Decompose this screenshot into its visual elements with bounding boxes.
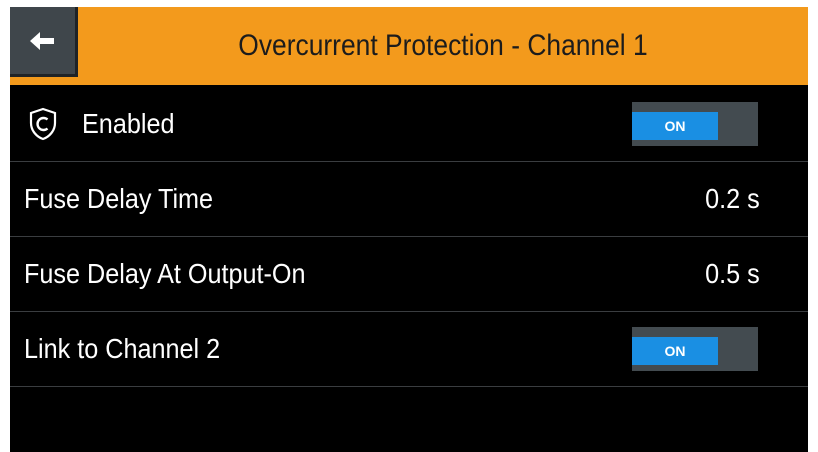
- fuse-delay-output-on-value[interactable]: 0.5 s: [705, 237, 760, 311]
- screen-frame: Overcurrent Protection - Channel 1 Enabl…: [10, 7, 808, 452]
- setting-label: Fuse Delay At Output-On: [24, 258, 306, 289]
- toggle-on-label: ON: [632, 337, 718, 365]
- setting-row-enabled[interactable]: Enabled ON: [10, 87, 808, 162]
- toggle-on-label: ON: [632, 112, 718, 140]
- setting-row-fuse-delay-output-on[interactable]: Fuse Delay At Output-On 0.5 s: [10, 237, 808, 312]
- setting-row-fuse-delay-time[interactable]: Fuse Delay Time 0.2 s: [10, 162, 808, 237]
- arrow-left-icon: [29, 31, 54, 50]
- link-channel-2-toggle[interactable]: ON: [632, 327, 758, 371]
- page-title: Overcurrent Protection - Channel 1: [238, 29, 648, 62]
- setting-label: Fuse Delay Time: [24, 183, 214, 214]
- header-bar: Overcurrent Protection - Channel 1: [10, 7, 808, 85]
- enabled-toggle[interactable]: ON: [632, 102, 758, 146]
- setting-row-link-channel-2[interactable]: Link to Channel 2 ON: [10, 312, 808, 387]
- fuse-delay-time-value[interactable]: 0.2 s: [705, 162, 760, 236]
- setting-label: Enabled: [82, 108, 175, 139]
- shield-c-icon: [29, 107, 57, 141]
- setting-label: Link to Channel 2: [24, 333, 221, 364]
- back-button[interactable]: [10, 7, 78, 77]
